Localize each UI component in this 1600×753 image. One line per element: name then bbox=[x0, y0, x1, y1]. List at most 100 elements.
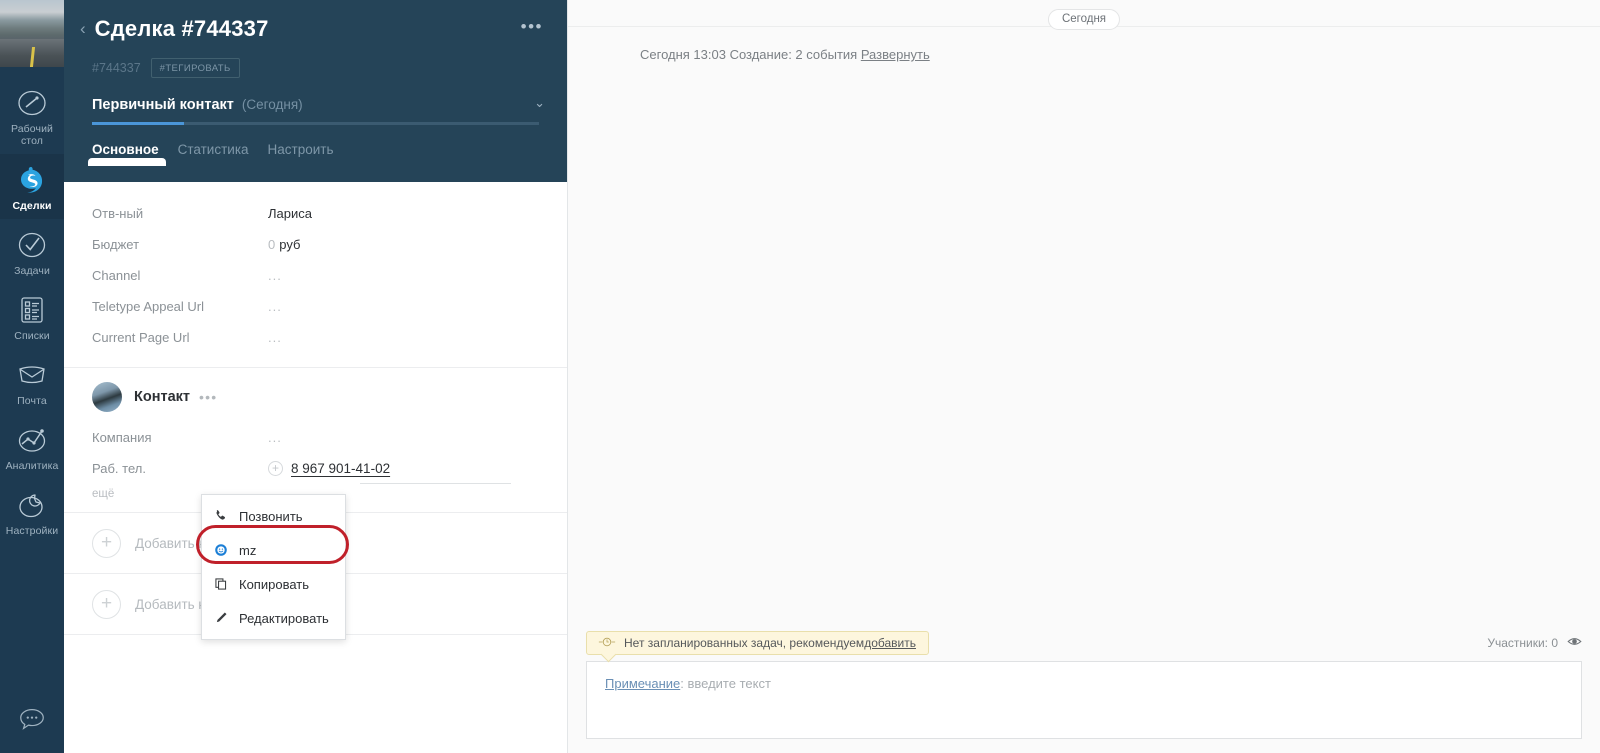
feed-event-text: Сегодня 13:03 Создание: 2 события bbox=[640, 47, 861, 62]
chevron-down-icon[interactable]: ⌄ bbox=[534, 95, 545, 111]
field-value[interactable]: ... bbox=[268, 330, 282, 345]
field-row[interactable]: Бюджет 0 руб bbox=[92, 229, 539, 260]
add-tag-button[interactable]: #ТЕГИРОВАТЬ bbox=[150, 58, 240, 78]
avatar bbox=[92, 382, 122, 412]
pipeline-progress-bar[interactable] bbox=[92, 122, 539, 125]
sidebar-item-label: Сделки bbox=[12, 200, 52, 212]
sidebar-item-mail[interactable]: Почта bbox=[0, 349, 64, 414]
tasks-icon bbox=[15, 228, 49, 262]
lists-icon bbox=[15, 293, 49, 327]
note-placeholder: : введите текст bbox=[680, 676, 771, 691]
sidebar-item-dashboard[interactable]: Рабочий стол bbox=[0, 77, 64, 154]
active-tab-indicator bbox=[88, 158, 166, 166]
deal-more-menu-button[interactable]: ••• bbox=[521, 18, 543, 35]
activity-feed-panel: Сегодня Сегодня 13:03 Создание: 2 событи… bbox=[568, 0, 1600, 753]
pipeline-stage-date: (Сегодня) bbox=[241, 97, 303, 112]
contact-section: Контакт ••• Компания ... Раб. тел. + 8 9… bbox=[64, 368, 567, 513]
sidebar-items: Рабочий стол Сделки Задачи Списки Почта … bbox=[0, 67, 64, 544]
plus-icon: + bbox=[92, 589, 121, 619]
field-label: Раб. тел. bbox=[92, 461, 146, 476]
settings-icon bbox=[15, 488, 49, 522]
context-menu-label: Позвонить bbox=[239, 508, 303, 524]
field-label: Teletype Appeal Url bbox=[92, 299, 205, 314]
sidebar-item-analytics[interactable]: Аналитика bbox=[0, 414, 64, 479]
plus-icon: + bbox=[92, 528, 121, 558]
budget-currency: руб bbox=[279, 237, 301, 252]
sidebar-chat-button[interactable] bbox=[0, 704, 64, 739]
tab-statistika[interactable]: Статистика bbox=[178, 142, 249, 165]
add-task-link[interactable]: добавить bbox=[864, 636, 916, 650]
user-cover-photo[interactable] bbox=[0, 0, 64, 67]
chat-bubble-icon bbox=[17, 704, 47, 739]
context-menu-item-call[interactable]: Позвонить bbox=[202, 499, 345, 533]
phone-field-divider bbox=[360, 483, 511, 484]
note-input[interactable]: Примечание: введите текст bbox=[586, 661, 1582, 739]
sidebar-item-label: Почта bbox=[17, 395, 47, 407]
field-row[interactable]: Отв-ный Лариса bbox=[92, 198, 539, 229]
field-row[interactable]: Channel ... bbox=[92, 260, 539, 291]
field-value[interactable]: Лариса bbox=[268, 206, 312, 221]
add-phone-icon[interactable]: + bbox=[268, 461, 283, 476]
contact-header: Контакт ••• bbox=[64, 368, 567, 418]
field-row[interactable]: Current Page Url ... bbox=[92, 322, 539, 353]
eye-icon[interactable] bbox=[1558, 634, 1582, 652]
sidebar-item-label: Рабочий стол bbox=[10, 123, 54, 147]
context-menu-label: mz bbox=[239, 542, 257, 558]
context-menu-item-mz[interactable]: mz bbox=[202, 533, 345, 567]
deal-id-label: #744337 bbox=[92, 61, 141, 75]
field-value[interactable]: ... bbox=[268, 268, 282, 283]
contact-name[interactable]: Контакт bbox=[134, 389, 190, 405]
sidebar-item-lists[interactable]: Списки bbox=[0, 284, 64, 349]
field-value[interactable]: ... bbox=[268, 299, 282, 314]
participants-block: Участники: 0 bbox=[1487, 634, 1582, 652]
deal-card: ‹ Сделка #744337 ••• #744337 #ТЕГИРОВАТЬ… bbox=[64, 0, 568, 753]
app-root: Рабочий стол Сделки Задачи Списки Почта … bbox=[0, 0, 1600, 753]
feed-event-expand-link[interactable]: Развернуть bbox=[861, 47, 930, 62]
no-tasks-notice: Нет запланированных задач, рекомендуем д… bbox=[586, 631, 929, 655]
sidebar-item-tasks[interactable]: Задачи bbox=[0, 219, 64, 284]
left-sidebar: Рабочий стол Сделки Задачи Списки Почта … bbox=[0, 0, 64, 753]
pencil-icon bbox=[214, 611, 234, 625]
deals-icon bbox=[15, 163, 49, 197]
context-menu-item-edit[interactable]: Редактировать bbox=[202, 601, 345, 635]
copy-icon bbox=[214, 577, 234, 591]
field-value[interactable]: ... bbox=[268, 430, 282, 445]
feed-scroll-area[interactable]: Сегодня 13:03 Создание: 2 события Развер… bbox=[568, 27, 1600, 625]
context-menu-item-copy[interactable]: Копировать bbox=[202, 567, 345, 601]
no-tasks-text: Нет запланированных задач, рекомендуем bbox=[624, 636, 865, 650]
context-menu-label: Редактировать bbox=[239, 610, 329, 626]
field-value[interactable]: 0 руб bbox=[268, 237, 300, 252]
mail-icon bbox=[15, 358, 49, 392]
field-label: Бюджет bbox=[92, 237, 140, 252]
deal-card-header: ‹ Сделка #744337 ••• #744337 #ТЕГИРОВАТЬ… bbox=[64, 0, 567, 182]
deal-title-row: ‹ Сделка #744337 bbox=[80, 14, 545, 44]
deal-fields-section: Отв-ный Лариса Бюджет 0 руб Channel ... T… bbox=[64, 182, 567, 368]
pipeline-stage-row[interactable]: Первичный контакт (Сегодня) ⌄ bbox=[92, 95, 545, 113]
participants-label: Участники: 0 bbox=[1487, 636, 1558, 650]
day-pill: Сегодня bbox=[1047, 9, 1121, 30]
field-row[interactable]: Компания ... bbox=[92, 422, 539, 453]
sidebar-item-label: Настройки bbox=[5, 525, 59, 537]
back-chevron-icon[interactable]: ‹ bbox=[80, 14, 86, 44]
clock-icon bbox=[597, 636, 624, 651]
dashboard-icon bbox=[15, 86, 49, 120]
deal-subheader: #744337 #ТЕГИРОВАТЬ bbox=[92, 58, 545, 78]
feed-event-item: Сегодня 13:03 Создание: 2 события Развер… bbox=[640, 47, 1600, 62]
phone-icon bbox=[214, 509, 234, 523]
feed-day-separator: Сегодня bbox=[568, 0, 1600, 30]
phone-context-menu[interactable]: Позвонить mz Копировать Редактировать bbox=[201, 494, 346, 640]
tab-nastroit[interactable]: Настроить bbox=[268, 142, 334, 165]
card-tabs: Основное Статистика Настроить bbox=[88, 142, 545, 166]
phone-value-link[interactable]: 8 967 901-41-02 bbox=[291, 461, 390, 476]
analytics-icon bbox=[15, 423, 49, 457]
contact-more-menu-button[interactable]: ••• bbox=[199, 390, 217, 404]
context-menu-label: Копировать bbox=[239, 576, 309, 592]
field-label: Отв-ный bbox=[92, 206, 144, 221]
sidebar-item-deals[interactable]: Сделки bbox=[0, 154, 64, 219]
field-row[interactable]: Teletype Appeal Url ... bbox=[92, 291, 539, 322]
budget-amount: 0 bbox=[268, 237, 276, 252]
phone-field-row[interactable]: Раб. тел. + 8 967 901-41-02 bbox=[92, 453, 539, 484]
sidebar-item-settings[interactable]: Настройки bbox=[0, 479, 64, 544]
note-type-label[interactable]: Примечание bbox=[605, 676, 680, 691]
field-label: Компания bbox=[92, 430, 152, 445]
